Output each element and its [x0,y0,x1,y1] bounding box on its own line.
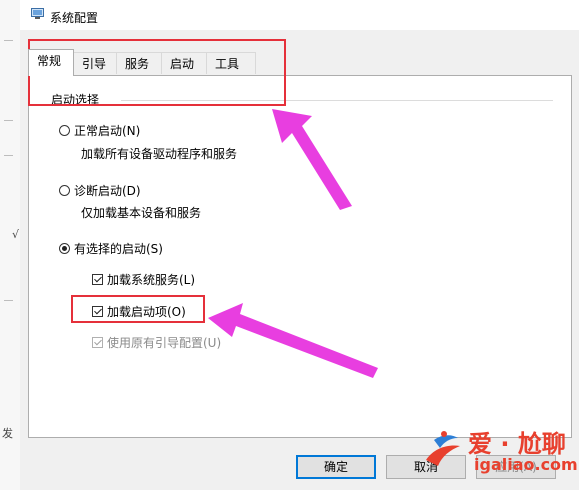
tab-general[interactable]: 常规 [28,49,74,76]
watermark-logo-icon [426,431,460,466]
watermark: 爱 · 尬聊 igaliao.com [420,424,578,480]
arrow-to-startup-items [208,303,378,378]
watermark-brand: 爱 · 尬聊 [468,430,566,458]
annotation-arrows [208,109,378,378]
watermark-url: igaliao.com [474,455,578,474]
arrow-to-tabs [272,109,352,210]
